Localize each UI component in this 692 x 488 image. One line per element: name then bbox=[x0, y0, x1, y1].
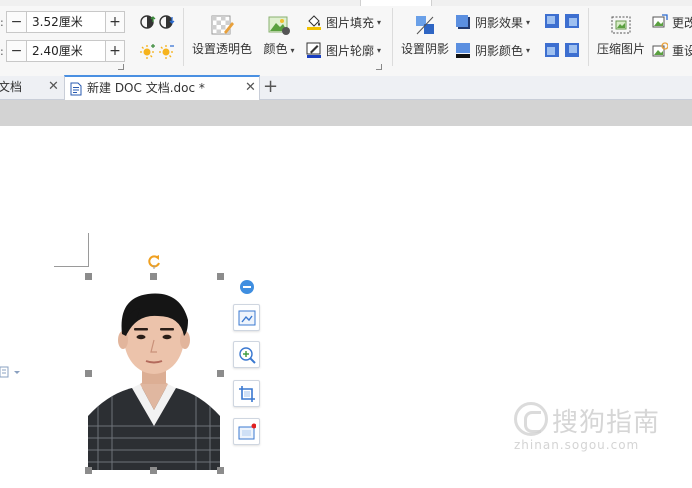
portrait-photo[interactable] bbox=[88, 276, 220, 470]
set-shadow-button[interactable]: 设置阴影 bbox=[400, 14, 450, 57]
shadow-nudge-right-icon[interactable] bbox=[564, 42, 580, 58]
picture-fill-label: 图片填充 bbox=[326, 15, 375, 30]
change-picture-label: 更改 bbox=[672, 15, 692, 30]
doc-tab-previous-label: 文档 bbox=[0, 80, 23, 94]
height-increase-button[interactable]: + bbox=[105, 11, 125, 33]
resize-handle-top-right[interactable] bbox=[217, 273, 224, 280]
reset-picture-button[interactable]: 重设 bbox=[652, 40, 692, 60]
page-margin-corner-mark bbox=[88, 233, 89, 267]
resize-handle-bottom-right[interactable] bbox=[217, 467, 224, 474]
ribbon-tab-picture-tools[interactable] bbox=[360, 0, 432, 6]
transparent-color-icon bbox=[211, 15, 234, 35]
resize-handle-top[interactable] bbox=[150, 273, 157, 280]
height-decrease-button[interactable]: − bbox=[6, 11, 26, 33]
brightness-decrease-icon[interactable] bbox=[159, 43, 175, 59]
picture-outline-label: 图片轮廓 bbox=[326, 43, 375, 58]
change-picture-button[interactable]: 更改 bbox=[652, 12, 692, 32]
picture-fill-button[interactable]: 图片填充 ▾ bbox=[306, 12, 381, 32]
crop-button[interactable] bbox=[233, 380, 260, 407]
layout-options-button[interactable] bbox=[233, 304, 260, 331]
reset-picture-icon bbox=[652, 42, 668, 57]
document-tab-bar: 文档 ✕ 新建 DOC 文档.doc * ✕ + bbox=[0, 75, 692, 100]
doc-tab-active[interactable]: 新建 DOC 文档.doc * ✕ bbox=[64, 75, 260, 100]
ribbon-separator bbox=[183, 8, 184, 66]
resize-handle-top-left[interactable] bbox=[85, 273, 92, 280]
set-shadow-label: 设置阴影 bbox=[400, 42, 449, 56]
shadow-color-button[interactable]: 阴影颜色 ▾ bbox=[455, 40, 530, 60]
doc-tab-active-label: 新建 DOC 文档.doc * bbox=[87, 81, 205, 95]
picture-outline-button[interactable]: 图片轮廓 ▾ bbox=[306, 40, 381, 60]
brightness-increase-icon[interactable] bbox=[140, 43, 156, 59]
paragraph-options-icon[interactable] bbox=[0, 366, 22, 381]
color-button[interactable]: 颜色 ▾ bbox=[259, 14, 299, 57]
width-label-colon: : bbox=[0, 45, 4, 58]
close-tab-icon[interactable]: ✕ bbox=[48, 76, 59, 98]
compress-picture-button[interactable]: 压缩图片 bbox=[596, 14, 646, 57]
contrast-increase-icon[interactable] bbox=[140, 14, 156, 30]
shadow-effect-icon bbox=[456, 15, 470, 29]
shadow-nudge-left-icon[interactable] bbox=[544, 42, 560, 58]
resize-handle-bottom[interactable] bbox=[150, 467, 157, 474]
size-group-launcher-icon[interactable] bbox=[118, 64, 124, 70]
color-label: 颜色 bbox=[263, 42, 288, 56]
compress-picture-label: 压缩图片 bbox=[596, 42, 645, 56]
shadow-effect-button[interactable]: 阴影效果 ▾ bbox=[455, 12, 530, 32]
crop-icon bbox=[239, 386, 255, 402]
portrait-image bbox=[88, 276, 220, 470]
reset-picture-label: 重设 bbox=[672, 43, 692, 58]
picture-outline-dropdown-caret: ▾ bbox=[377, 45, 382, 55]
resize-handle-left[interactable] bbox=[85, 370, 92, 377]
picture-frame-icon bbox=[238, 423, 256, 440]
change-picture-icon bbox=[652, 14, 668, 28]
resize-handle-right[interactable] bbox=[217, 370, 224, 377]
shadow-icon bbox=[416, 16, 434, 35]
close-tab-icon[interactable]: ✕ bbox=[245, 77, 256, 99]
color-dropdown-caret: ▾ bbox=[290, 46, 295, 55]
shadow-effect-label: 阴影效果 bbox=[475, 15, 524, 30]
paint-bucket-icon bbox=[307, 15, 321, 30]
rotate-handle-icon[interactable] bbox=[146, 253, 162, 269]
shadow-effect-dropdown-caret: ▾ bbox=[526, 17, 531, 27]
picture-color-icon bbox=[268, 16, 290, 35]
width-input[interactable]: 2.40厘米 bbox=[26, 40, 106, 62]
shadow-nudge-up-icon[interactable] bbox=[544, 13, 560, 29]
contrast-decrease-icon[interactable] bbox=[159, 14, 175, 30]
shadow-color-label: 阴影颜色 bbox=[475, 43, 524, 58]
zoom-preview-button[interactable] bbox=[233, 341, 260, 368]
ruler-strip bbox=[0, 100, 692, 126]
picture-fill-dropdown-caret: ▾ bbox=[377, 17, 382, 27]
width-decrease-button[interactable]: − bbox=[6, 40, 26, 62]
page-margin-corner-mark bbox=[54, 266, 88, 267]
layout-options-icon bbox=[238, 310, 256, 326]
doc-tab-previous[interactable]: 文档 ✕ bbox=[0, 76, 64, 100]
set-transparent-color-label: 设置透明色 bbox=[192, 42, 253, 56]
height-label-colon: : bbox=[0, 16, 4, 29]
height-input[interactable]: 3.52厘米 bbox=[26, 11, 106, 33]
set-transparent-color-button[interactable]: 设置透明色 bbox=[192, 14, 252, 57]
zoom-in-icon bbox=[239, 347, 256, 364]
new-tab-button[interactable]: + bbox=[263, 76, 278, 100]
ribbon-toolbar: : − 3.52厘米 + : − 2.40厘米 + 设置透明色 颜色 ▾ 图片填… bbox=[0, 0, 692, 76]
ribbon-separator bbox=[392, 8, 393, 66]
width-increase-button[interactable]: + bbox=[105, 40, 125, 62]
shadow-color-icon bbox=[456, 43, 470, 58]
doc-file-icon bbox=[70, 82, 82, 96]
resize-handle-bottom-left[interactable] bbox=[85, 467, 92, 474]
compress-icon bbox=[611, 16, 631, 34]
picture-frame-button[interactable] bbox=[233, 418, 260, 445]
ribbon-tab-strip bbox=[0, 0, 692, 6]
shadow-color-dropdown-caret: ▾ bbox=[526, 45, 531, 55]
picture-style-launcher-icon[interactable] bbox=[376, 64, 382, 70]
collapse-toolbar-icon[interactable] bbox=[240, 280, 254, 294]
ribbon-separator bbox=[588, 8, 589, 66]
shadow-nudge-down-icon[interactable] bbox=[564, 13, 580, 29]
outline-pen-icon bbox=[306, 42, 321, 58]
